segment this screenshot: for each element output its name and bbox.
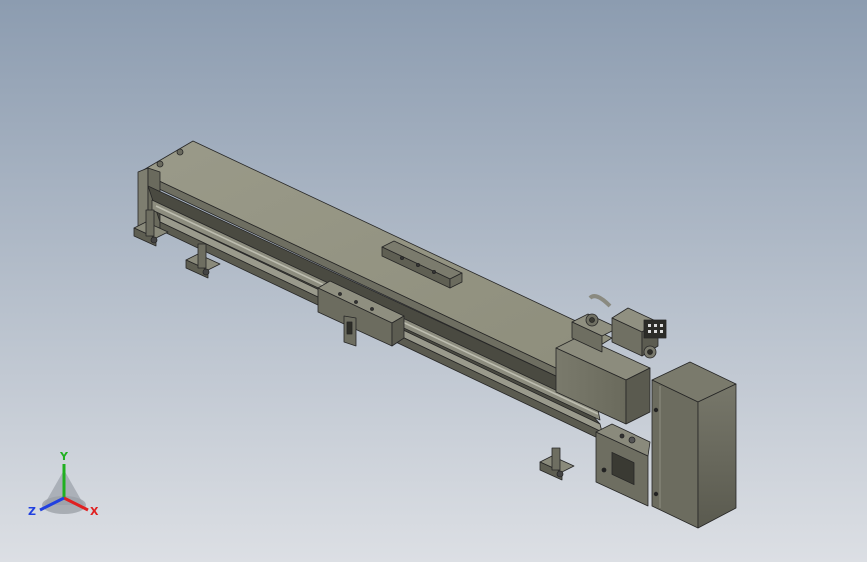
mounting-hole bbox=[176, 148, 184, 156]
end-block-screw bbox=[619, 433, 625, 439]
mounting-hole bbox=[156, 160, 164, 168]
slider-bolt bbox=[415, 262, 420, 267]
carriage-bracket-slot bbox=[346, 321, 353, 335]
y-axis-label: Y bbox=[59, 450, 69, 463]
carriage-bolt bbox=[370, 307, 374, 311]
connector-pin bbox=[654, 330, 657, 333]
end-cover-screw bbox=[653, 407, 659, 413]
3d-model-view[interactable]: Y X Z bbox=[0, 0, 867, 562]
connector-pin bbox=[648, 330, 651, 333]
cad-viewport[interactable]: Y X Z bbox=[0, 0, 867, 562]
connector-knob-center bbox=[589, 317, 595, 323]
end-cover-screw bbox=[653, 491, 659, 497]
end-cover-side bbox=[697, 383, 737, 529]
connector-pin bbox=[648, 324, 651, 327]
slider-bolt bbox=[431, 269, 436, 274]
x-axis-label: X bbox=[90, 505, 99, 518]
slider-bolt bbox=[399, 255, 404, 260]
end-block-screw bbox=[601, 467, 607, 473]
cable-connector bbox=[643, 319, 667, 339]
carriage-bolt bbox=[354, 300, 358, 304]
carriage-bolt bbox=[338, 292, 342, 296]
gland-nut-center bbox=[647, 349, 653, 355]
connector-pin bbox=[654, 324, 657, 327]
connector-pin bbox=[660, 330, 663, 333]
end-cover-front bbox=[651, 379, 699, 529]
z-axis-label: Z bbox=[28, 505, 36, 518]
end-block-screw bbox=[628, 436, 636, 444]
connector-pin bbox=[660, 324, 663, 327]
